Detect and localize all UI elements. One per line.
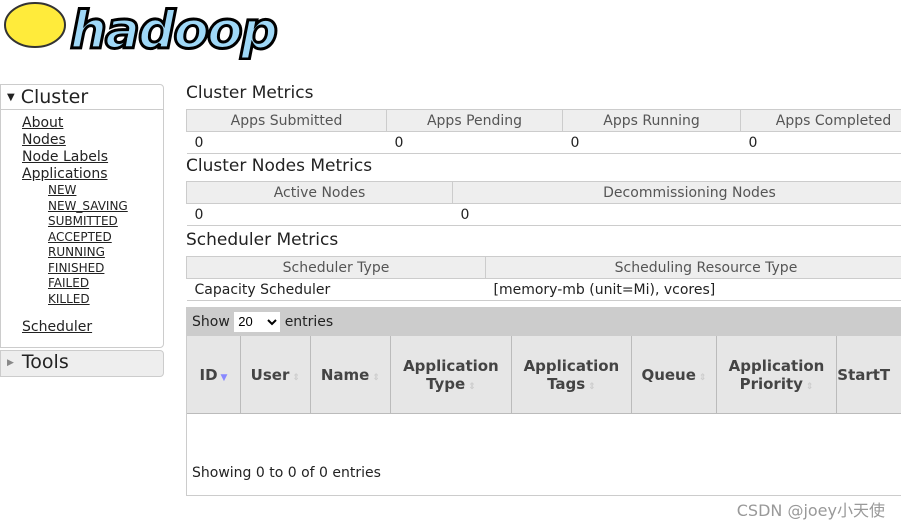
- scheduler-metrics-title: Scheduler Metrics: [186, 230, 339, 250]
- header: Apps Completed: [740, 109, 901, 132]
- applications-table: ID ▼ User ⇕ Name ⇕ Application Type ⇕ Applicatio…: [187, 336, 901, 414]
- nav-applications[interactable]: Applications: [22, 166, 163, 183]
- cell: 0: [562, 131, 741, 154]
- watermark: CSDN @joey小天使: [736, 501, 885, 520]
- nav-state-failed[interactable]: FAILED: [48, 276, 163, 292]
- sort-icon: ⇕: [588, 381, 596, 392]
- cell: 0: [186, 131, 387, 154]
- applications-table-panel: Show 20 entries ID ▼ User ⇕ Name ⇕ Application…: [186, 307, 901, 496]
- decommissioning-nodes-link[interactable]: 0: [461, 207, 470, 223]
- nodes-metrics-table: Active Nodes Decommissioning Nodes 0 0: [186, 181, 901, 226]
- caret-right-icon: ▶: [7, 357, 14, 368]
- sort-icon: ⇕: [372, 372, 380, 383]
- sort-icon: ⇕: [468, 381, 476, 392]
- cluster-metrics-table: Apps Submitted Apps Pending Apps Running Ap…: [186, 109, 901, 154]
- nav-scheduler[interactable]: Scheduler: [22, 319, 163, 336]
- tools-toggle[interactable]: ▶ Tools: [0, 350, 164, 377]
- cell: Capacity Scheduler: [186, 278, 486, 301]
- header: Decommissioning Nodes: [452, 181, 901, 204]
- column-label: Application Type: [403, 356, 499, 393]
- active-nodes-link[interactable]: 0: [195, 207, 204, 223]
- cluster-metrics-title: Cluster Metrics: [186, 83, 314, 103]
- cell: [memory-mb (unit=Mi), vcores]: [485, 278, 901, 301]
- column-label: StartT: [837, 365, 891, 384]
- svg-text:hadoop: hadoop: [70, 1, 277, 60]
- nav-state-new[interactable]: NEW: [48, 183, 163, 199]
- column-header[interactable]: Name ⇕: [310, 336, 392, 414]
- header: Scheduler Type: [186, 256, 486, 279]
- nodes-metrics-title: Cluster Nodes Metrics: [186, 156, 373, 176]
- scheduler-metrics-table: Scheduler Type Scheduling Resource Type C…: [186, 256, 901, 301]
- header: Apps Pending: [386, 109, 563, 132]
- entries-label: entries: [284, 314, 334, 330]
- cell: 0: [740, 131, 901, 154]
- nav-node-labels[interactable]: Node Labels: [22, 149, 163, 166]
- column-header[interactable]: StartT: [836, 336, 901, 414]
- show-label: Show: [192, 314, 230, 330]
- column-header[interactable]: Application Priority ⇕: [716, 336, 838, 414]
- nav-about[interactable]: About: [22, 115, 163, 132]
- cluster-toggle[interactable]: ▼ Cluster: [1, 85, 163, 110]
- column-header[interactable]: Application Type ⇕: [390, 336, 512, 414]
- nav-state-finished[interactable]: FINISHED: [48, 261, 163, 277]
- cell: 0: [386, 131, 563, 154]
- page-size-select[interactable]: 20: [234, 311, 281, 332]
- column-header[interactable]: ID ▼: [187, 336, 241, 414]
- sort-icon: ⇕: [698, 372, 707, 383]
- sort-icon: ⇕: [805, 381, 814, 392]
- column-label: ID: [199, 365, 218, 384]
- column-label: Queue: [641, 365, 696, 384]
- column-label: Application Tags: [523, 356, 620, 393]
- column-label: Name: [320, 365, 370, 384]
- nav-nodes[interactable]: Nodes: [22, 132, 163, 149]
- column-header[interactable]: User ⇕: [240, 336, 311, 414]
- nav-state-submitted[interactable]: SUBMITTED: [48, 214, 163, 230]
- header: Active Nodes: [186, 181, 453, 204]
- hadoop-logo: hadoop: [4, 0, 280, 60]
- caret-down-icon: ▼: [7, 92, 15, 103]
- sort-desc-icon: ▼: [220, 372, 228, 383]
- header: Scheduling Resource Type: [485, 256, 901, 279]
- nav-state-new_saving[interactable]: NEW_SAVING: [48, 199, 163, 215]
- table-info: Showing 0 to 0 of 0 entries: [192, 465, 381, 481]
- sort-icon: ⇕: [292, 372, 300, 383]
- header: Apps Running: [562, 109, 741, 132]
- nav-state-accepted[interactable]: ACCEPTED: [48, 230, 163, 246]
- column-header[interactable]: Queue ⇕: [631, 336, 717, 414]
- header: Apps Submitted: [186, 109, 387, 132]
- column-header[interactable]: Application Tags ⇕: [511, 336, 633, 414]
- column-label: User: [250, 365, 290, 384]
- nav-state-killed[interactable]: KILLED: [48, 292, 163, 308]
- cluster-nav: ▼ Cluster About Nodes Node Labels Applica…: [0, 84, 164, 348]
- nav-state-running[interactable]: RUNNING: [48, 245, 163, 261]
